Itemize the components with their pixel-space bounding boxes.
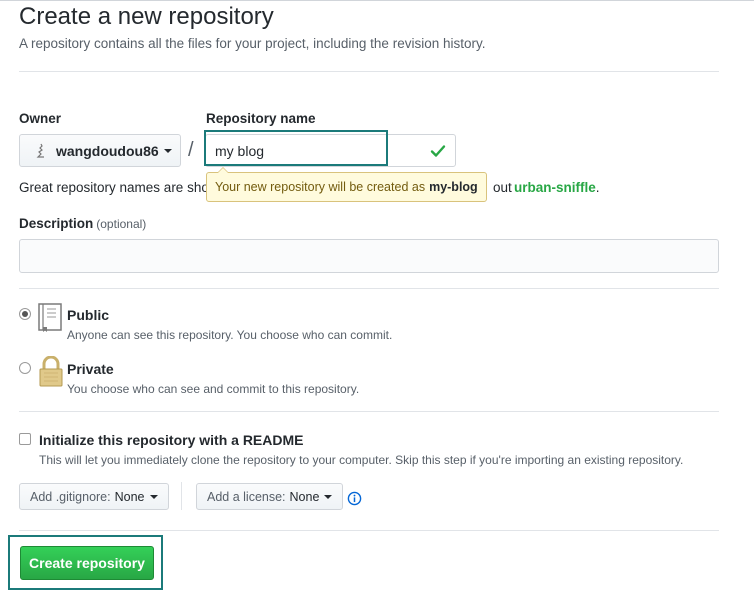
public-title: Public bbox=[67, 307, 110, 323]
page-title: Create a new repository bbox=[19, 3, 274, 30]
chevron-down-icon bbox=[324, 494, 333, 499]
gitignore-label: Add .gitignore: bbox=[30, 489, 111, 504]
chevron-down-icon bbox=[163, 148, 172, 153]
repo-name-label: Repository name bbox=[206, 111, 316, 126]
info-icon[interactable] bbox=[347, 491, 362, 506]
public-description: Anyone can see this repository. You choo… bbox=[67, 328, 393, 342]
license-select-button[interactable]: Add a license: None bbox=[196, 483, 344, 510]
tooltip-slug: my-blog bbox=[429, 180, 478, 194]
repo-name-hint-tail: out bbox=[493, 180, 512, 195]
description-label: Description (optional) bbox=[19, 216, 147, 231]
owner-name: wangdoudou86 bbox=[56, 142, 159, 159]
optional-hint: (optional) bbox=[96, 217, 147, 231]
lock-icon bbox=[39, 356, 63, 387]
chevron-down-icon bbox=[149, 494, 158, 499]
gitignore-select-button[interactable]: Add .gitignore: None bbox=[19, 483, 169, 510]
repo-name-field-wrapper bbox=[205, 134, 456, 167]
public-radio[interactable] bbox=[19, 308, 31, 320]
page-subtitle: A repository contains all the files for … bbox=[19, 36, 486, 51]
private-description: You choose who can see and commit to thi… bbox=[67, 382, 360, 396]
tooltip-text: Your new repository will be created as bbox=[215, 180, 426, 194]
vertical-divider bbox=[181, 482, 182, 510]
readme-title: Initialize this repository with a README bbox=[39, 432, 304, 448]
create-repository-button[interactable]: Create repository bbox=[20, 546, 154, 580]
owner-label: Owner bbox=[19, 111, 62, 126]
description-input[interactable] bbox=[19, 239, 719, 273]
private-title: Private bbox=[67, 361, 114, 377]
divider bbox=[19, 530, 719, 531]
divider bbox=[19, 411, 719, 412]
private-radio[interactable] bbox=[19, 362, 31, 374]
divider bbox=[19, 288, 719, 289]
gitignore-value: None bbox=[114, 489, 145, 504]
readme-checkbox[interactable] bbox=[19, 433, 31, 445]
readme-description: This will let you immediately clone the … bbox=[39, 453, 684, 467]
repo-name-suggestion-link[interactable]: urban-sniffle. bbox=[514, 180, 600, 195]
license-label: Add a license: bbox=[207, 489, 286, 504]
license-value: None bbox=[289, 489, 320, 504]
user-avatar-icon bbox=[34, 143, 48, 159]
owner-repo-separator: / bbox=[188, 139, 194, 161]
top-border bbox=[0, 0, 754, 1]
divider bbox=[19, 71, 719, 72]
repo-name-hint: Great repository names are sho bbox=[19, 180, 209, 195]
repo-name-input[interactable] bbox=[206, 135, 397, 166]
book-icon bbox=[38, 303, 62, 332]
repo-name-tooltip: Your new repository will be created as m… bbox=[206, 167, 487, 202]
check-icon bbox=[430, 145, 446, 157]
owner-select-button[interactable]: wangdoudou86 bbox=[19, 134, 181, 167]
